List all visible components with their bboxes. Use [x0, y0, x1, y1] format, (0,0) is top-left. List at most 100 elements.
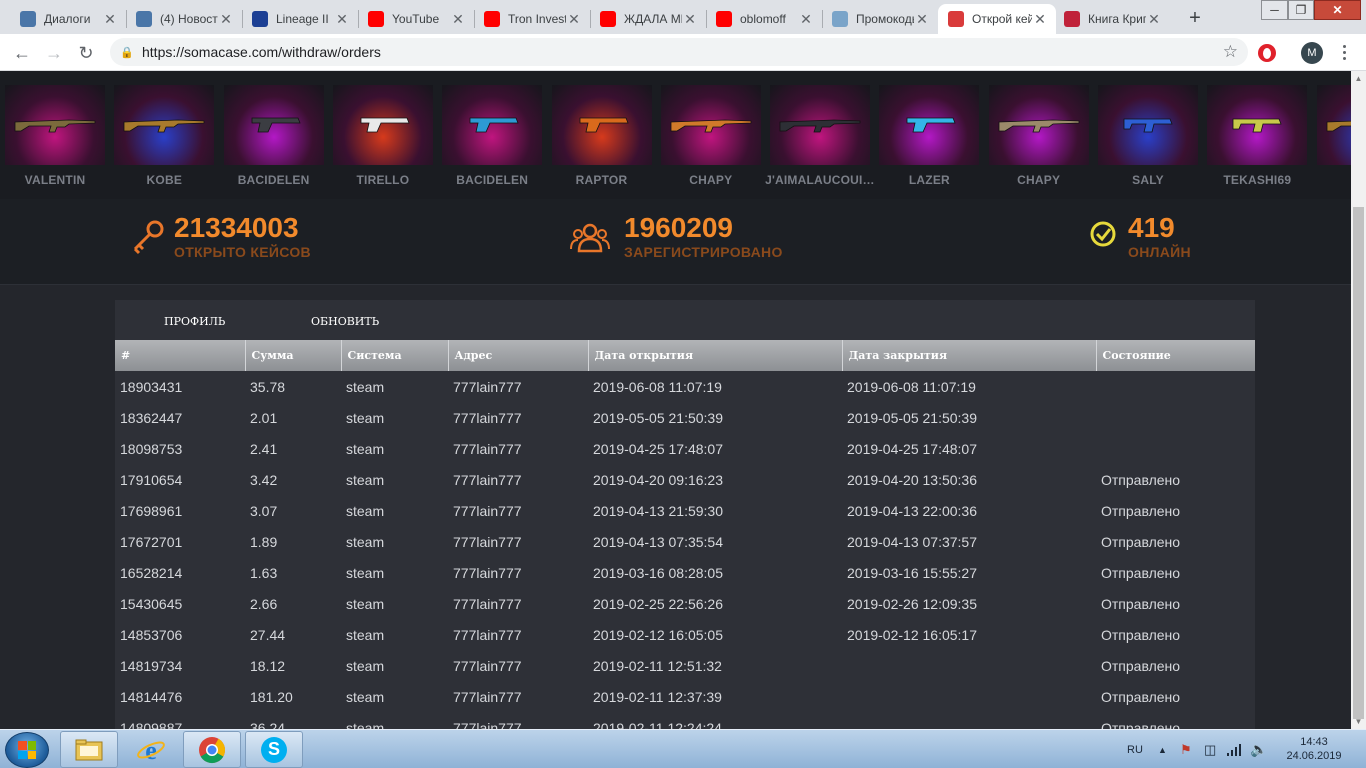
column-header[interactable]: Дата открытия [588, 340, 843, 371]
drop-item[interactable]: J'AIMALAUCOUILLE [765, 85, 875, 187]
skype-button[interactable]: S [245, 731, 303, 768]
bookmark-star-icon[interactable]: ☆ [1223, 42, 1238, 62]
file-explorer-button[interactable] [60, 731, 118, 768]
page-scrollbar[interactable]: ▲ ▼ [1351, 71, 1366, 729]
order-id-cell: 18098753 [120, 440, 183, 457]
close-tab-icon[interactable]: ✕ [1146, 11, 1162, 28]
language-indicator[interactable]: RU [1127, 730, 1143, 768]
drop-item[interactable]: TEKASHI69 [1207, 85, 1308, 187]
close-tab-icon[interactable]: ✕ [218, 11, 234, 28]
drop-item[interactable]: BACIDELEN [442, 85, 543, 187]
tab-title: Tron Invest [508, 12, 566, 26]
order-address-cell: 777lain777 [453, 409, 522, 426]
column-header[interactable]: Состояние [1096, 340, 1255, 371]
signal-bars-icon[interactable] [1226, 730, 1242, 768]
browser-tab[interactable]: YouTube ✕ [358, 4, 474, 34]
browser-tab[interactable]: oblomoff ✕ [706, 4, 822, 34]
reload-icon[interactable]: ↻ [73, 40, 99, 66]
browser-tab[interactable]: Книга Крипто✕ [1054, 4, 1170, 34]
browser-tab[interactable]: Открой кейс✕ [938, 4, 1056, 34]
drop-item[interactable]: EL [1316, 85, 1351, 187]
internet-explorer-button[interactable]: e [122, 731, 180, 768]
clock-time: 14:43 [1300, 736, 1328, 748]
browser-tab[interactable]: Диалоги ✕ [10, 4, 126, 34]
weapon-icon [998, 119, 1080, 133]
drop-item[interactable]: TIRELLO [332, 85, 433, 187]
usb-device-icon[interactable]: ◫ [1204, 730, 1216, 768]
network-warning-icon[interactable]: ⚑ [1180, 730, 1192, 768]
new-tab-button[interactable]: + [1182, 5, 1208, 31]
drop-item[interactable]: CHAPY [660, 85, 761, 187]
vk-messages-icon [20, 11, 36, 27]
file-explorer-icon [75, 739, 103, 760]
column-header[interactable]: Сумма [245, 340, 342, 371]
order-open-date-cell: 2019-04-13 21:59:30 [593, 502, 723, 519]
weapon-skin-image [332, 85, 433, 165]
close-tab-icon[interactable]: ✕ [682, 11, 698, 28]
refresh-link[interactable]: ОБНОВИТЬ [311, 315, 379, 328]
order-system-cell: steam [346, 595, 385, 612]
order-close-date-cell [842, 712, 1096, 729]
column-header[interactable]: Система [341, 340, 449, 371]
drop-item[interactable]: CHAPY [988, 85, 1089, 187]
drop-item[interactable]: LAZER [879, 85, 980, 187]
close-tab-icon[interactable]: ✕ [1032, 11, 1048, 28]
profile-avatar[interactable]: M [1301, 42, 1323, 64]
drop-item[interactable]: BACIDELEN [223, 85, 324, 187]
weapon-icon [360, 117, 410, 133]
browser-tab[interactable]: (4) Новости✕ [126, 4, 242, 34]
scrollbar-thumb[interactable] [1353, 207, 1364, 719]
maximize-button[interactable]: ❐ [1288, 0, 1314, 20]
profile-link[interactable]: ПРОФИЛЬ [164, 315, 225, 328]
order-open-date-cell: 2019-02-11 12:37:39 [593, 688, 722, 705]
forward-arrow-icon[interactable]: → [41, 40, 67, 66]
browser-tab[interactable]: Tron Invest ✕ [474, 4, 590, 34]
browser-tab[interactable]: Lineage II ✕ [242, 4, 358, 34]
lock-icon: 🔒 [120, 46, 134, 59]
close-tab-icon[interactable]: ✕ [566, 11, 582, 28]
close-tab-icon[interactable]: ✕ [914, 11, 930, 28]
live-drops-strip: VALENTIN KOBE BACIDELEN TIRELLO BACIDELEN RAP… [0, 71, 1351, 199]
volume-icon[interactable]: 🔈 [1250, 730, 1267, 768]
column-header[interactable]: Адрес [448, 340, 589, 371]
close-window-button[interactable]: ✕ [1314, 0, 1361, 20]
start-button[interactable] [5, 732, 49, 768]
windows-logo-icon [18, 741, 36, 759]
opera-extension-icon[interactable] [1258, 44, 1276, 62]
browser-tab[interactable]: Промокоды ✕ [822, 4, 938, 34]
scroll-down-arrow-icon[interactable]: ▼ [1351, 714, 1366, 729]
table-row: 15430645 2.66 steam 777lain777 2019-02-25 22… [115, 588, 1255, 619]
tab-title: Диалоги [44, 12, 91, 26]
tray-expand-icon[interactable]: ▲ [1158, 730, 1167, 768]
drop-item[interactable]: VALENTIN [5, 85, 105, 187]
column-header[interactable]: Дата закрытия [842, 340, 1097, 371]
drop-item[interactable]: RAPTOR [551, 85, 652, 187]
tab-title: Промокоды [856, 12, 914, 26]
weapon-skin-image [660, 85, 761, 165]
close-tab-icon[interactable]: ✕ [450, 11, 466, 28]
back-arrow-icon[interactable]: ← [9, 40, 35, 66]
drop-item[interactable]: SALY [1098, 85, 1198, 187]
table-row: 18098753 2.41 steam 777lain777 2019-04-25 17… [115, 433, 1255, 464]
column-header[interactable]: # [115, 340, 246, 371]
weapon-skin-image [114, 85, 215, 165]
scroll-up-arrow-icon[interactable]: ▲ [1351, 71, 1366, 86]
order-system-cell: steam [346, 688, 385, 705]
browser-menu-icon[interactable] [1334, 40, 1354, 64]
close-tab-icon[interactable]: ✕ [102, 11, 118, 28]
order-address-cell: 777lain777 [453, 626, 522, 643]
page-content: VALENTIN KOBE BACIDELEN TIRELLO BACIDELEN RAP… [0, 71, 1351, 729]
system-clock[interactable]: 14:43 24.06.2019 [1282, 735, 1346, 763]
close-tab-icon[interactable]: ✕ [334, 11, 350, 28]
cases-count: 21334003 [174, 212, 299, 243]
tab-title: oblomoff [740, 12, 786, 26]
address-bar[interactable]: 🔒 https://somacase.com/withdraw/orders ☆ [110, 38, 1248, 66]
minimize-button[interactable]: ─ [1261, 0, 1288, 20]
drop-item[interactable]: KOBE [114, 85, 215, 187]
close-tab-icon[interactable]: ✕ [798, 11, 814, 28]
youtube-icon [600, 11, 616, 27]
browser-tab[interactable]: ЖДАЛА МЕНЯ✕ [590, 4, 706, 34]
chrome-button[interactable] [183, 731, 241, 768]
internet-explorer-icon: e [137, 736, 165, 765]
order-id-cell: 17672701 [120, 533, 183, 550]
